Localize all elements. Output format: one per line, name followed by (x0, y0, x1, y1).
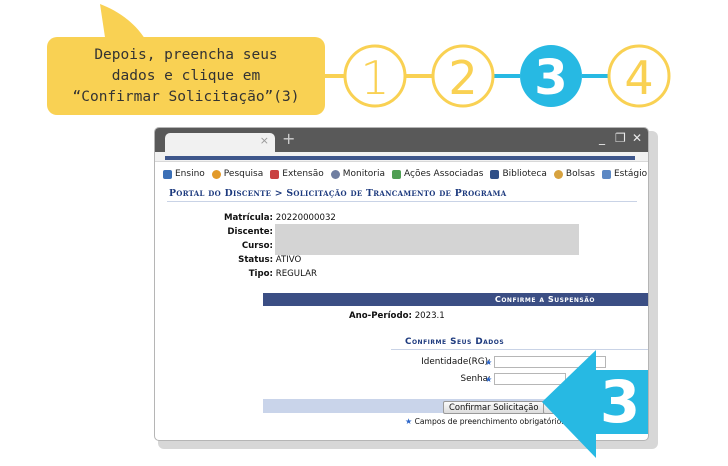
discente-row: Discente: (195, 227, 273, 237)
menu-label: Bolsas (565, 169, 595, 179)
ano-periodo-row: Ano-Período: 2023.1 (349, 311, 445, 321)
status-value: ATIVO (275, 255, 302, 265)
arrow-3-icon: 3 (542, 350, 648, 458)
matricula-row: Matrícula: 20220000032 (195, 213, 336, 223)
browser-tab[interactable]: × (165, 133, 275, 152)
menu-acoes-associadas[interactable]: Ações Associadas (392, 169, 483, 179)
ano-periodo-value: 2023.1 (414, 311, 445, 321)
confirm-suspension-header: Confirme a Suspensão (263, 293, 648, 306)
instruction-callout: Depois, preencha seus dados e clique em … (47, 37, 325, 115)
acoes-icon (392, 169, 401, 179)
ensino-icon (163, 169, 172, 179)
step-3-label: 3 (534, 50, 567, 106)
page-title: Portal do Discente > Solicitação de Tran… (169, 188, 507, 199)
menu-estagio[interactable]: Estágio (601, 169, 648, 179)
menu-label: Biblioteca (502, 169, 547, 179)
tab-close-icon[interactable]: × (260, 134, 269, 147)
tipo-row: Tipo: REGULAR (195, 269, 317, 279)
step-3-active: 3 (520, 45, 582, 107)
address-bar[interactable] (155, 152, 648, 162)
menu-pesquisa[interactable]: Pesquisa (211, 169, 264, 179)
matricula-label: Matrícula: (223, 213, 273, 223)
step-4-label: 4 (624, 51, 653, 105)
identidade-label: Identidade(RG): (421, 357, 491, 367)
menu-monitoria[interactable]: Monitoria (330, 169, 385, 179)
ano-periodo-label: Ano-Período: (349, 311, 412, 321)
senha-label: Senha: (460, 374, 491, 384)
monitoria-icon (330, 169, 340, 179)
matricula-value: 20220000032 (275, 213, 336, 223)
discente-label: Discente: (227, 227, 273, 237)
menu-label: Ensino (175, 169, 205, 179)
extensao-icon (270, 169, 280, 179)
redacted-block (275, 224, 579, 255)
required-star-icon: ★ (405, 417, 413, 426)
menu-label: Estágio (613, 169, 648, 179)
menu-label: Ações Associadas (404, 169, 484, 179)
confirm-request-button[interactable]: Confirmar Solicitação (443, 401, 545, 414)
tipo-value: REGULAR (275, 269, 317, 279)
curso-label: Curso: (241, 241, 273, 251)
menu-biblioteca[interactable]: Biblioteca (490, 169, 547, 179)
close-window-icon[interactable]: ✕ (632, 131, 642, 145)
step-1-label: 1 (360, 51, 389, 105)
callout-line-1: Depois, preencha seus (94, 46, 278, 63)
title-bar: × + _ ❐ ✕ (155, 128, 648, 152)
tipo-label: Tipo: (248, 269, 273, 279)
restore-icon[interactable]: ❐ (615, 131, 626, 145)
status-row: Status: ATIVO (195, 255, 301, 265)
main-menu: Ensino Pesquisa Extensão Monitoria Ações… (155, 165, 648, 183)
required-star-icon: ★ (485, 375, 493, 384)
required-star-icon: ★ (485, 358, 493, 367)
pesquisa-icon (211, 169, 221, 179)
step-indicator: 1 2 3 4 (322, 44, 671, 108)
arrow-number: 3 (600, 368, 640, 436)
curso-row: Curso: (195, 241, 273, 251)
bolsas-icon (553, 169, 563, 179)
confirm-data-title: Confirme Seus Dados (405, 337, 505, 347)
minimize-icon[interactable]: _ (599, 131, 605, 145)
step-2-label: 2 (448, 51, 477, 105)
menu-label: Monitoria (342, 169, 385, 179)
menu-extensao[interactable]: Extensão (270, 169, 324, 179)
menu-label: Extensão (282, 169, 324, 179)
step-2: 2 (431, 44, 495, 108)
callout-line-2: dados e clique em (111, 67, 261, 84)
callout-line-3: “Confirmar Solicitação”(3) (72, 88, 300, 105)
status-label: Status: (238, 255, 273, 265)
biblioteca-icon (490, 169, 500, 179)
estagio-icon (601, 169, 611, 179)
title-divider (167, 201, 637, 202)
menu-bolsas[interactable]: Bolsas (553, 169, 595, 179)
header-strip (165, 156, 635, 160)
new-tab-icon[interactable]: + (282, 129, 295, 148)
menu-ensino[interactable]: Ensino (163, 169, 205, 179)
step-1: 1 (343, 44, 407, 108)
menu-label: Pesquisa (223, 169, 264, 179)
step-4: 4 (607, 44, 671, 108)
